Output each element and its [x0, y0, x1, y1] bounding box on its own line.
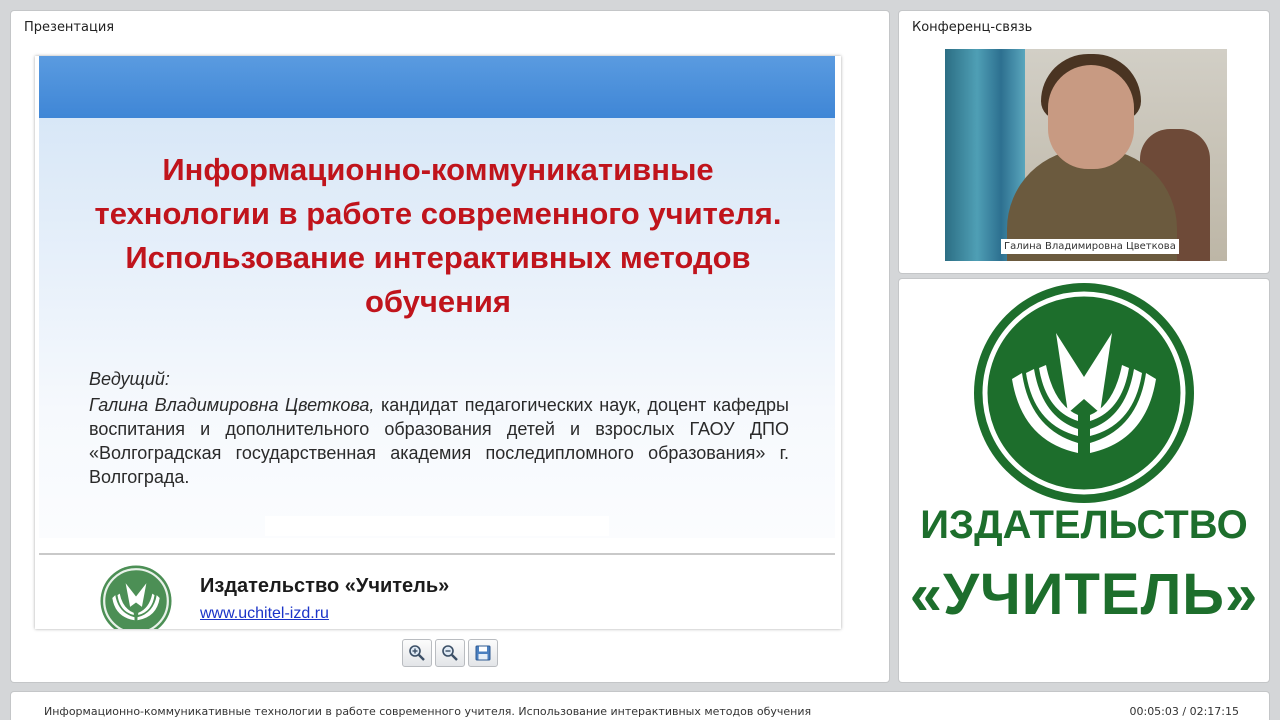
slide-white-bar	[265, 516, 609, 536]
save-icon	[475, 645, 491, 661]
zoom-out-button[interactable]	[435, 639, 465, 667]
zoom-in-icon	[409, 645, 425, 661]
presentation-slide: Информационно-коммуникативные технологии…	[35, 56, 841, 629]
status-bar: Информационно-коммуникативные технологии…	[11, 692, 1269, 720]
conference-panel: Конференц-связь Галина Владимировна Цвет…	[899, 11, 1269, 273]
slide-toolbar	[402, 639, 498, 667]
host-label: Ведущий:	[89, 369, 170, 389]
publisher-logo-panel: ИЗДАТЕЛЬСТВО «УЧИТЕЛЬ»	[899, 279, 1269, 682]
presentation-panel: Презентация Информационно-коммуникативны…	[11, 11, 889, 682]
brand-name-line2: «УЧИТЕЛЬ»	[909, 562, 1259, 627]
video-feed[interactable]: Галина Владимировна Цветкова	[945, 49, 1227, 261]
video-speaker-face	[1048, 65, 1134, 169]
publisher-emblem-icon	[974, 283, 1194, 503]
host-info: Галина Владимировна Цветкова, кандидат п…	[89, 393, 789, 489]
speaker-caption: Галина Владимировна Цветкова	[1001, 239, 1179, 254]
conference-panel-title: Конференц-связь	[912, 20, 1033, 35]
slide-header-band	[39, 56, 835, 118]
save-button[interactable]	[468, 639, 498, 667]
brand-name-line1: ИЗДАТЕЛЬСТВО	[920, 503, 1248, 547]
publisher-website-link[interactable]: www.uchitel-izd.ru	[200, 605, 329, 623]
zoom-out-icon	[442, 645, 458, 661]
slide-title: Информационно-коммуникативные технологии…	[94, 152, 782, 319]
publisher-logo-icon	[100, 565, 172, 629]
publisher-name: Издательство «Учитель»	[200, 575, 450, 597]
zoom-in-button[interactable]	[402, 639, 432, 667]
presentation-panel-title: Презентация	[24, 20, 115, 35]
slide-divider	[39, 553, 835, 555]
webinar-title: Информационно-коммуникативные технологии…	[44, 705, 812, 718]
host-name: Галина Владимировна Цветкова,	[89, 395, 375, 415]
playback-time: 00:05:03 / 02:17:15	[1129, 705, 1239, 718]
